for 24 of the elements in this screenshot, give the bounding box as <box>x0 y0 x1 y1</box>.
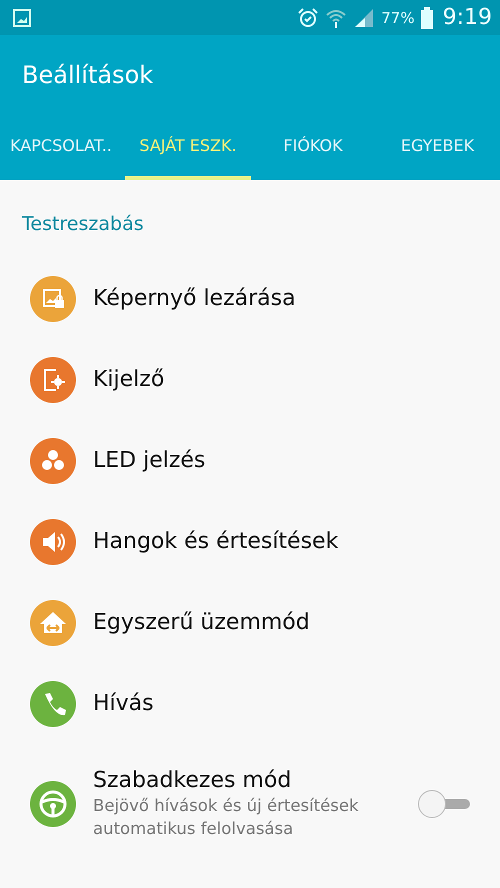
picture-notification-icon <box>12 8 32 28</box>
item-title: Szabadkezes mód <box>93 768 292 794</box>
settings-item[interactable]: Kijelző <box>0 339 500 420</box>
section-header: Testreszabás <box>21 212 145 237</box>
settings-item[interactable]: Egyszerű üzemmód <box>0 582 500 663</box>
signal-icon <box>353 8 376 28</box>
screen-title: Beállítások <box>21 60 154 91</box>
settings-item[interactable]: Hívás <box>0 663 500 744</box>
settings-item[interactable]: Képernyő lezárása <box>0 258 500 339</box>
item-title: Hangok és értesítések <box>93 529 340 554</box>
item-title: Kijelző <box>93 367 166 392</box>
clock: 9:19 <box>442 5 492 30</box>
item-description: Bejövő hívások és új értesítések automatikus felolvasása <box>93 795 360 840</box>
alarm-icon <box>297 6 320 28</box>
item-title: Hívás <box>93 691 155 716</box>
battery-percentage: 77% <box>381 8 415 26</box>
settings-item[interactable]: Hangok és értesítések <box>0 501 500 582</box>
item-title: Képernyő lezárása <box>93 286 297 311</box>
item-title: LED jelzés <box>93 448 206 473</box>
battery-icon <box>420 6 433 28</box>
settings-item[interactable]: Szabadkezes mód Bejövő hívások és új értesítések automatikus felolvasása <box>0 744 500 864</box>
toggle-switch[interactable] <box>418 788 472 820</box>
settings-item[interactable]: LED jelzés <box>0 420 500 501</box>
item-title: Egyszerű üzemmód <box>93 610 311 635</box>
